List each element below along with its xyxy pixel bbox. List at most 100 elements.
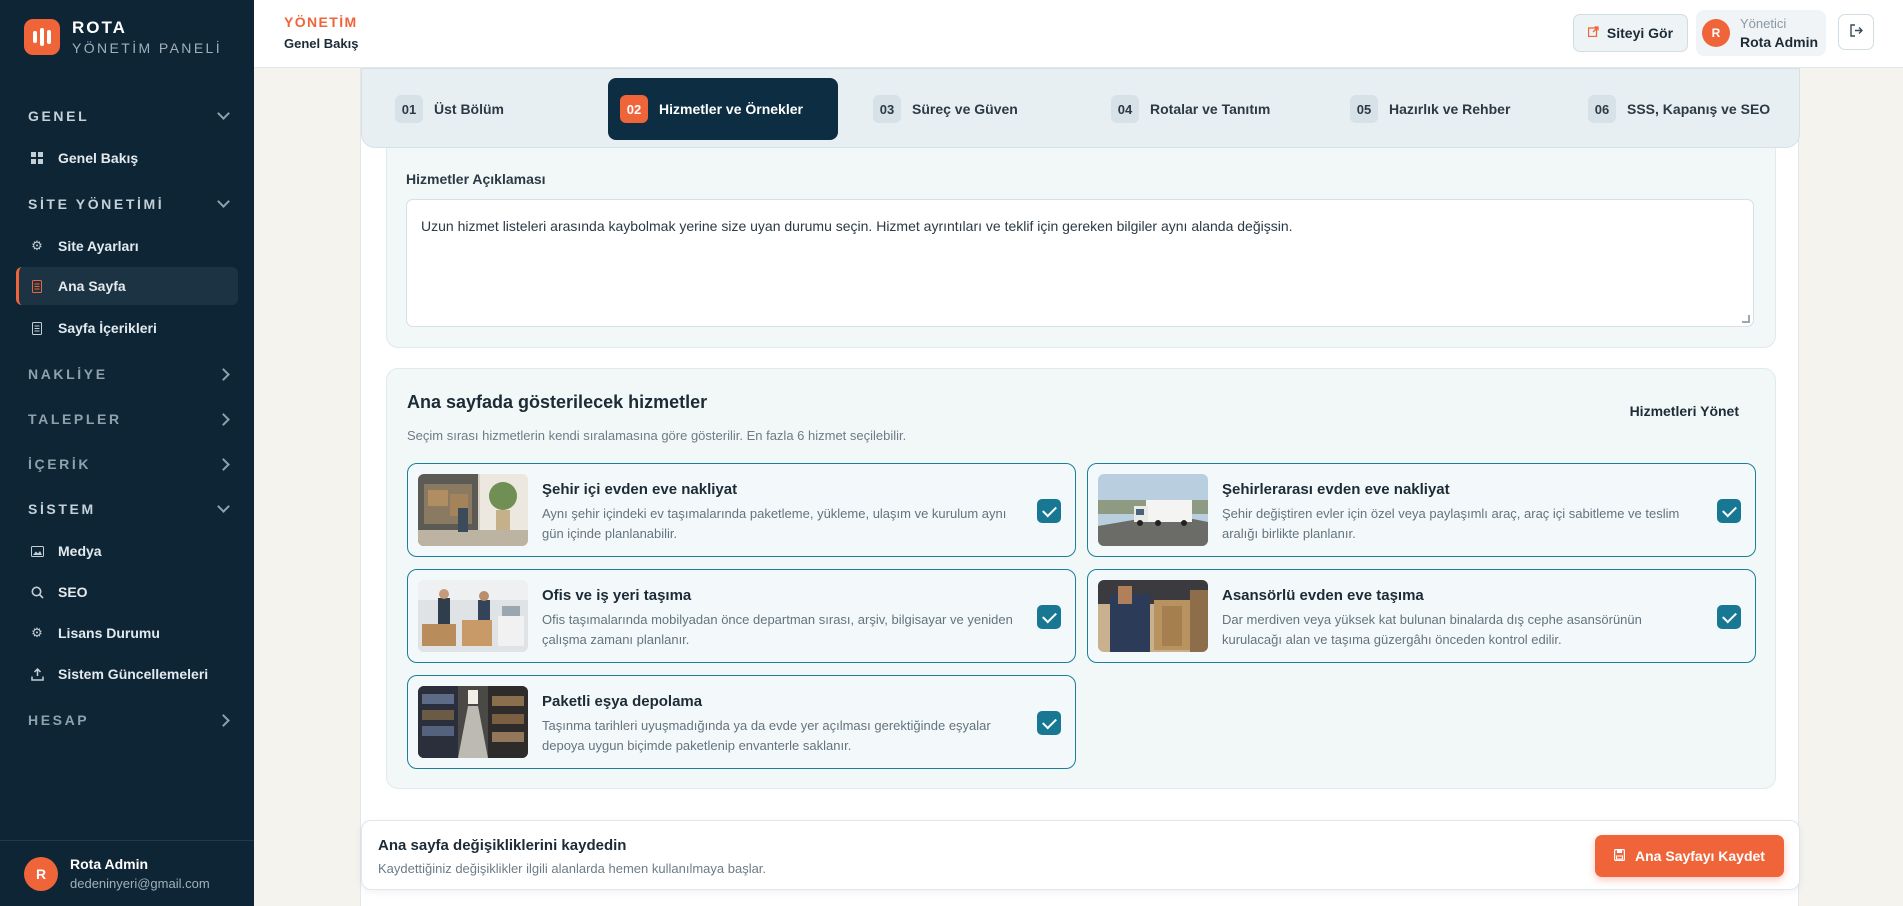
service-image	[418, 580, 528, 652]
nav-section-hesap[interactable]: HESAP	[0, 702, 254, 738]
document-icon	[30, 279, 44, 293]
nav-section-nakliye[interactable]: NAKLİYE	[0, 356, 254, 392]
sidebar-item-label: Site Ayarları	[58, 238, 139, 254]
manage-services-link[interactable]: Hizmetleri Yönet	[1630, 403, 1739, 419]
sidebar: ROTA YÖNETİM PANELİ GENEL Genel Bakış Sİ…	[0, 0, 254, 906]
service-item[interactable]: Paketli eşya depolama Taşınma tarihleri …	[407, 675, 1076, 769]
brand-subtitle: YÖNETİM PANELİ	[72, 40, 223, 56]
description-label: Hizmetler Açıklaması	[406, 171, 546, 187]
sidebar-item-label: Ana Sayfa	[58, 278, 126, 294]
nav-section-icerik[interactable]: İÇERİK	[0, 446, 254, 482]
sidebar-item-seo[interactable]: SEO	[16, 573, 238, 611]
sidebar-item-genel-bakis[interactable]: Genel Bakış	[16, 139, 238, 177]
gear-icon: ⚙	[31, 238, 43, 253]
service-image	[1098, 580, 1208, 652]
service-title: Ofis ve iş yeri taşıma	[542, 587, 692, 604]
sidebar-item-label: Sistem Güncellemeleri	[58, 666, 209, 682]
save-icon	[1614, 848, 1626, 864]
grid-icon	[30, 151, 44, 165]
save-button-label: Ana Sayfayı Kaydet	[1635, 848, 1765, 864]
service-item[interactable]: Şehir içi evden eve nakliyat Aynı şehir …	[407, 463, 1076, 557]
service-description: Ofis taşımalarında mobilyadan önce depar…	[542, 612, 1013, 647]
chevron-down-icon	[217, 195, 230, 208]
sidebar-user[interactable]: R Rota Admin dedeninyeri@gmail.com	[0, 840, 254, 906]
service-title: Asansörlü evden eve taşıma	[1222, 587, 1424, 604]
chevron-right-icon	[217, 457, 230, 471]
service-image	[1098, 474, 1208, 546]
user-name: Rota Admin	[1740, 34, 1819, 50]
chevron-right-icon	[217, 367, 230, 381]
search-icon	[30, 585, 44, 599]
nav-section-label: İÇERİK	[28, 456, 92, 472]
service-title: Şehirlerarası evden eve nakliyat	[1222, 481, 1450, 498]
service-image	[418, 686, 528, 758]
service-item[interactable]: Ofis ve iş yeri taşıma Ofis taşımalarınd…	[407, 569, 1076, 663]
nav-section-label: SİSTEM	[28, 501, 96, 517]
service-image	[418, 474, 528, 546]
save-bar-title: Ana sayfa değişikliklerini kaydedin	[378, 837, 627, 854]
service-title: Şehir içi evden eve nakliyat	[542, 481, 738, 498]
service-checkbox[interactable]	[1037, 711, 1061, 735]
avatar: R	[24, 856, 58, 891]
brand-logo-icon	[24, 19, 60, 55]
service-checkbox[interactable]	[1717, 605, 1741, 629]
sidebar-item-ana-sayfa[interactable]: Ana Sayfa	[16, 267, 238, 305]
chevron-down-icon	[217, 500, 230, 513]
service-description: Şehir değiştiren evler için özel veya pa…	[1222, 506, 1680, 541]
nav-section-site-yonetimi[interactable]: SİTE YÖNETİMİ	[0, 186, 254, 222]
main-content: 01 Üst Bölüm 02 Hizmetler ve Örnekler 03…	[360, 68, 1800, 906]
description-textarea[interactable]: Uzun hizmet listeleri arasında kaybolmak…	[406, 199, 1754, 327]
logout-button[interactable]	[1838, 14, 1874, 50]
nav-section-genel[interactable]: GENEL	[0, 98, 254, 134]
view-site-button[interactable]: Siteyi Gör	[1573, 14, 1688, 52]
header-user[interactable]: R Yönetici Rota Admin	[1696, 10, 1826, 56]
gear-icon: ⚙	[31, 625, 43, 640]
service-title: Paketli eşya depolama	[542, 693, 703, 710]
service-description: Aynı şehir içindeki ev taşımalarında pak…	[542, 506, 1007, 541]
user-name: Rota Admin	[70, 856, 149, 872]
document-icon	[30, 321, 44, 335]
description-section: Hizmetler Açıklaması Uzun hizmet listele…	[386, 68, 1776, 368]
service-description: Dar merdiven veya yüksek kat bulunan bin…	[1222, 612, 1642, 647]
image-icon	[30, 544, 44, 558]
service-checkbox[interactable]	[1037, 605, 1061, 629]
view-site-label: Siteyi Gör	[1606, 25, 1674, 41]
avatar: R	[1702, 19, 1730, 47]
brand-name: ROTA	[72, 18, 127, 37]
sidebar-item-label: SEO	[58, 584, 88, 600]
external-link-icon	[1587, 26, 1599, 40]
service-item[interactable]: Asansörlü evden eve taşıma Dar merdiven …	[1087, 569, 1756, 663]
chevron-right-icon	[217, 412, 230, 426]
sidebar-item-medya[interactable]: Medya	[16, 532, 238, 570]
user-email: dedeninyeri@gmail.com	[70, 876, 210, 891]
save-bar-subtitle: Kaydettiğiniz değişiklikler ilgili alanl…	[378, 861, 767, 876]
services-note: Seçim sırası hizmetlerin kendi sıralamas…	[407, 428, 907, 443]
nav-section-label: GENEL	[28, 108, 90, 124]
sidebar-item-label: Lisans Durumu	[58, 625, 160, 641]
user-role: Yönetici	[1740, 16, 1787, 31]
nav-section-label: TALEPLER	[28, 411, 122, 427]
logout-icon	[1849, 24, 1863, 40]
sidebar-item-label: Medya	[58, 543, 102, 559]
save-homepage-button[interactable]: Ana Sayfayı Kaydet	[1595, 835, 1784, 877]
service-checkbox[interactable]	[1037, 499, 1061, 523]
upload-icon	[30, 667, 44, 681]
page-title: Genel Bakış	[284, 36, 359, 51]
sidebar-item-label: Genel Bakış	[58, 150, 139, 166]
brand[interactable]: ROTA YÖNETİM PANELİ	[24, 18, 222, 56]
service-checkbox[interactable]	[1717, 499, 1741, 523]
nav-section-talepler[interactable]: TALEPLER	[0, 401, 254, 437]
nav-section-sistem[interactable]: SİSTEM	[0, 491, 254, 527]
service-item[interactable]: Şehirlerarası evden eve nakliyat Şehir d…	[1087, 463, 1756, 557]
sidebar-item-lisans-durumu[interactable]: ⚙ Lisans Durumu	[16, 614, 238, 652]
sidebar-item-sayfa-icerikleri[interactable]: Sayfa İçerikleri	[16, 309, 238, 347]
services-title: Ana sayfada gösterilecek hizmetler	[407, 392, 708, 412]
top-header: YÖNETİM Genel Bakış Siteyi Gör R Yönetic…	[254, 0, 1903, 68]
sidebar-item-sistem-guncellemeleri[interactable]: Sistem Güncellemeleri	[16, 655, 238, 693]
resize-handle-icon[interactable]	[1742, 315, 1750, 323]
save-bar: Ana sayfa değişikliklerini kaydedin Kayd…	[361, 820, 1800, 890]
description-value: Uzun hizmet listeleri arasında kaybolmak…	[421, 218, 1293, 234]
sidebar-item-site-ayarlari[interactable]: ⚙ Site Ayarları	[16, 227, 238, 265]
service-description: Taşınma tarihleri uyuşmadığında ya da ev…	[542, 718, 991, 753]
sidebar-item-label: Sayfa İçerikleri	[58, 320, 157, 336]
